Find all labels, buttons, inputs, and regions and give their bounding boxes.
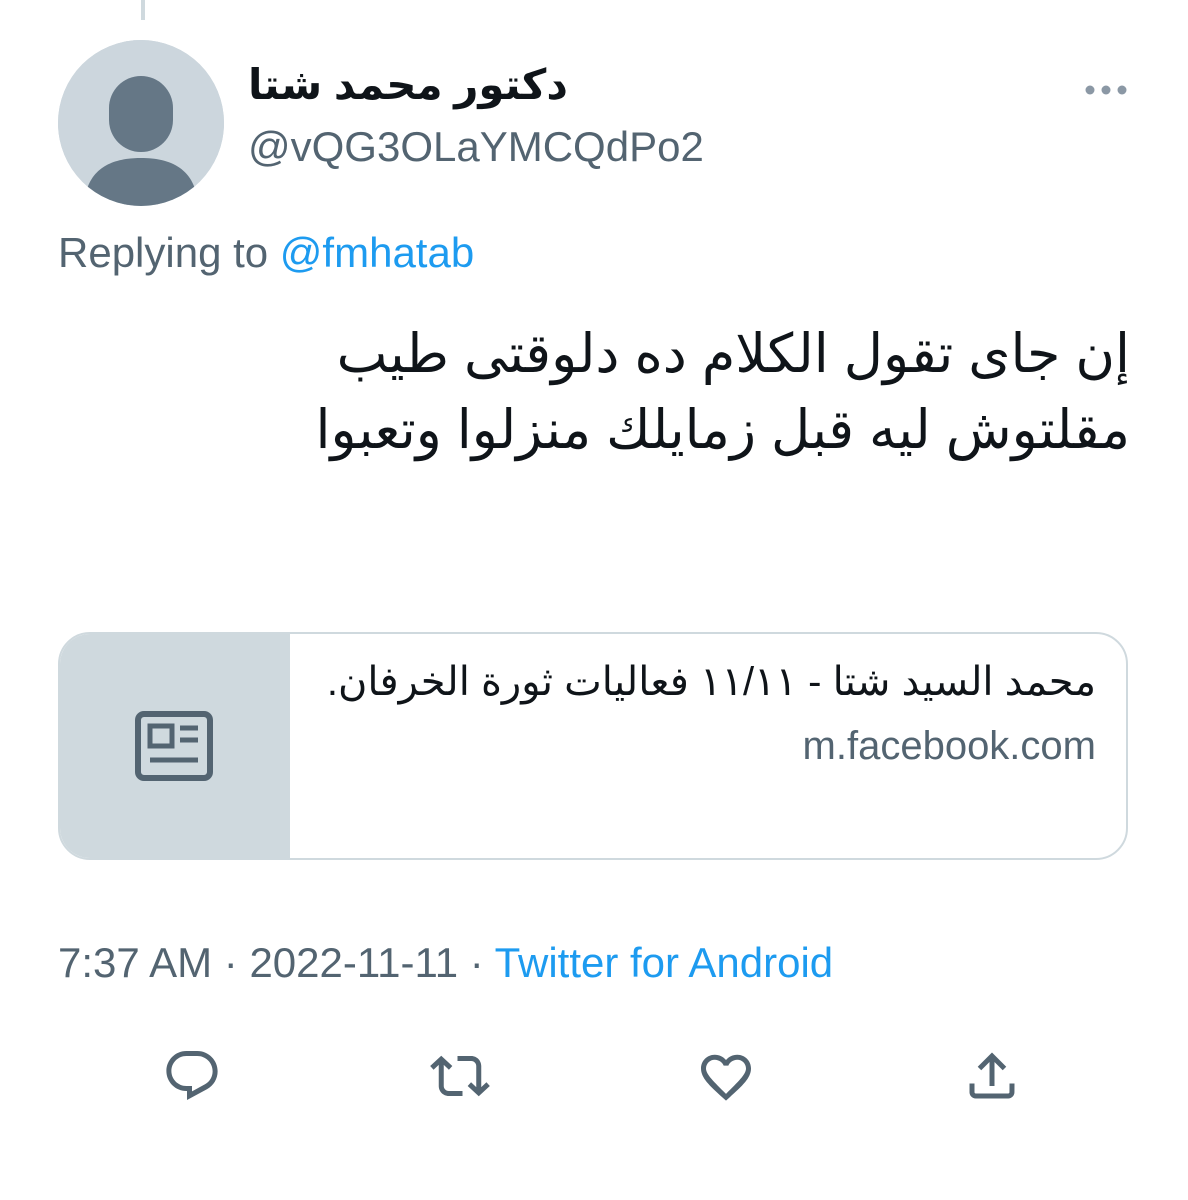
tweet-text-line: إن جاى تقول الكلام ده دلوقتى طيب (336, 324, 1130, 384)
link-card-title: محمد السيد شتا - ١١/١١ فعاليات ثورة الخر… (326, 660, 1096, 704)
tweet-text: إن جاى تقول الكلام ده دلوقتى طيب مقلتوش … (130, 316, 1130, 468)
default-profile-icon (58, 40, 224, 206)
replying-to-prefix: Replying to (58, 229, 269, 276)
reply-button[interactable] (156, 1040, 228, 1112)
thread-connector-line (141, 0, 145, 20)
share-button[interactable] (956, 1040, 1028, 1112)
retweet-button[interactable] (424, 1040, 496, 1112)
like-button[interactable] (690, 1040, 762, 1112)
link-card-thumbnail (60, 634, 290, 858)
replying-to: Replying to @fmhatab (58, 228, 474, 278)
news-article-icon (135, 711, 213, 781)
author-display-name[interactable]: دكتور محمد شتا (248, 60, 568, 110)
link-preview-card[interactable]: محمد السيد شتا - ١١/١١ فعاليات ثورة الخر… (58, 632, 1128, 860)
more-options-icon[interactable] (1082, 78, 1130, 102)
tweet-date[interactable]: 2022-11-11 (249, 939, 458, 986)
reply-icon (166, 1051, 218, 1100)
like-icon (701, 1054, 751, 1101)
tweet-source-link[interactable]: Twitter for Android (495, 939, 833, 986)
tweet-metadata: 7:37 AM · 2022-11-11 · Twitter for Andro… (58, 938, 833, 988)
tweet-time[interactable]: 7:37 AM (58, 939, 212, 986)
retweet-icon (430, 1055, 490, 1097)
reply-mention-link[interactable]: @fmhatab (280, 229, 474, 276)
meta-separator: · (469, 939, 484, 986)
tweet-actions (0, 1040, 1188, 1112)
avatar[interactable] (58, 40, 224, 206)
link-card-domain: m.facebook.com (802, 724, 1096, 768)
tweet-text-line: مقلتوش ليه قبل زمايلك منزلوا وتعبوا (315, 400, 1130, 460)
link-card-body: محمد السيد شتا - ١١/١١ فعاليات ثورة الخر… (300, 654, 1096, 774)
share-icon (969, 1052, 1015, 1099)
author-handle[interactable]: @vQG3OLaYMCQdPo2 (248, 122, 704, 172)
meta-separator: · (223, 939, 238, 986)
